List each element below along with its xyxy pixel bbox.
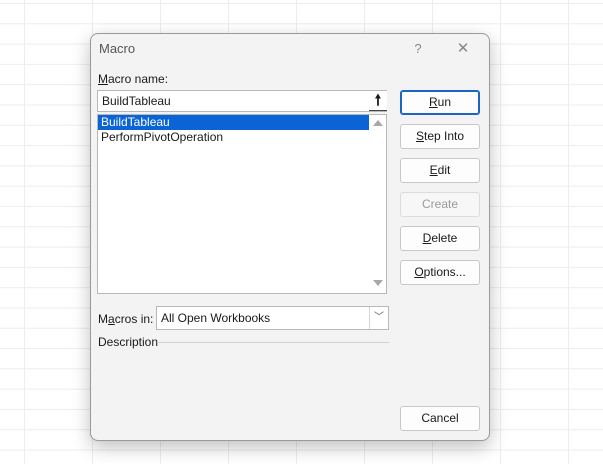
list-scrollbar[interactable] [370,115,386,293]
options-label-rest: ptions... [423,265,466,279]
macro-name-input[interactable]: BuildTableau [97,90,387,112]
macro-list[interactable]: BuildTableau PerformPivotOperation [97,114,387,294]
macros-in-label-pre: M [98,312,108,326]
edit-button[interactable]: Edit [400,158,480,183]
delete-mnemonic: D [422,231,432,245]
macros-in-mnemonic: a [108,312,115,326]
run-label-rest: un [437,95,452,109]
options-button[interactable]: Options... [400,260,480,285]
description-divider [157,342,389,343]
list-item-performpivotoperation[interactable]: PerformPivotOperation [98,130,369,145]
up-arrow-icon[interactable]: 🠕 [369,91,387,111]
macro-name-label-rest: acro name: [108,72,169,86]
scroll-down-icon[interactable] [373,280,383,286]
edit-label-rest: dit [437,163,451,177]
macros-in-label-rest: cros in: [114,312,154,326]
macros-in-label: Macros in: [98,312,153,326]
cancel-button[interactable]: Cancel [400,406,480,431]
options-mnemonic: O [414,265,424,279]
macro-name-label: Macro name: [98,72,168,86]
help-button[interactable]: ? [403,38,433,60]
step-into-label-rest: tep Into [423,129,465,143]
macros-in-select[interactable]: All Open Workbooks ﹀ [156,306,389,330]
macro-name-mnemonic: M [98,72,108,86]
edit-mnemonic: E [429,163,438,177]
run-button[interactable]: Run [400,90,480,115]
delete-label-rest: elete [431,231,458,245]
run-mnemonic: R [428,95,438,109]
step-into-mnemonic: S [415,129,424,143]
macros-in-value: All Open Workbooks [161,311,271,325]
close-button[interactable]: ✕ [448,38,478,60]
description-label: Description [98,335,159,349]
step-into-button[interactable]: Step Into [400,124,480,149]
dialog-title: Macro [99,41,136,56]
scroll-up-icon[interactable] [373,120,383,126]
chevron-down-icon[interactable]: ﹀ [369,307,388,329]
macro-dialog: Macro ? ✕ Macro name: BuildTableau 🠕 Bui… [90,33,490,441]
delete-button[interactable]: Delete [400,226,480,251]
create-button[interactable]: Create [400,192,480,217]
list-item-buildtableau[interactable]: BuildTableau [98,115,369,130]
